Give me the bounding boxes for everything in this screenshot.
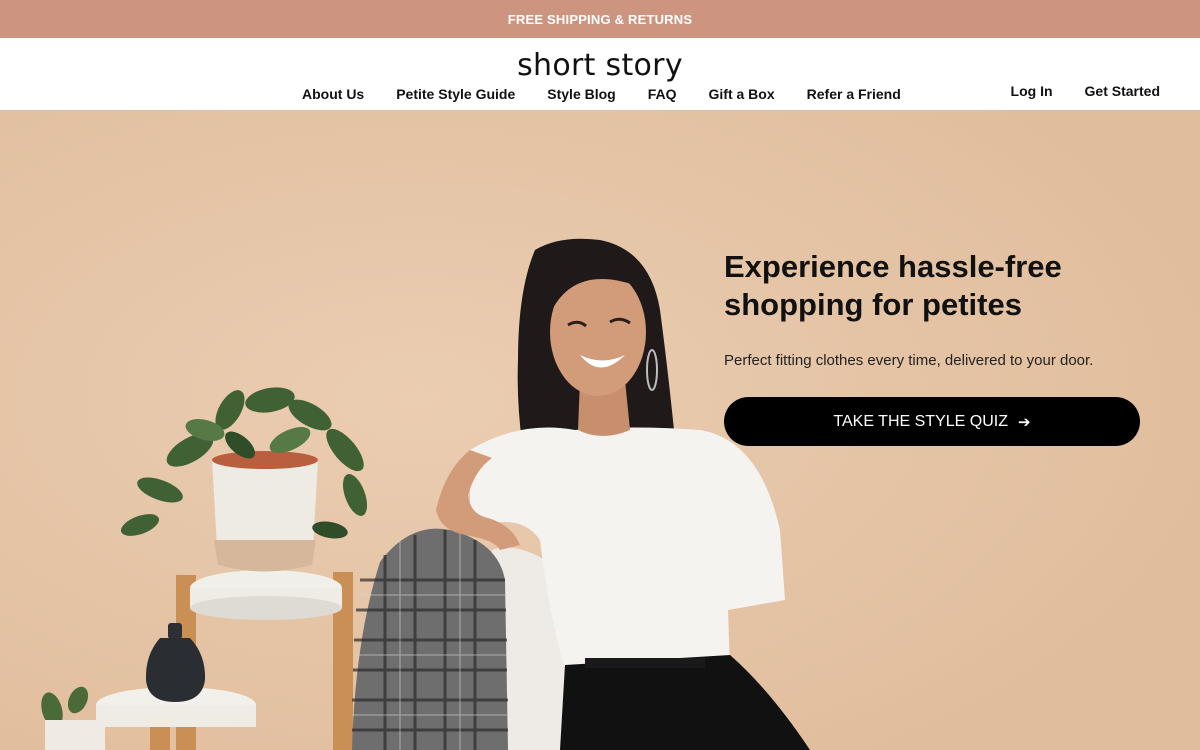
nav-link-petite-style-guide[interactable]: Petite Style Guide — [396, 86, 515, 102]
logo[interactable]: short story — [0, 48, 1200, 83]
site-header: short story About Us Petite Style Guide … — [0, 38, 1200, 110]
nav-link-refer-a-friend[interactable]: Refer a Friend — [807, 86, 901, 102]
plant-pot — [212, 451, 318, 572]
nav-link-style-blog[interactable]: Style Blog — [547, 86, 615, 102]
hero-title: Experience hassle-free shopping for peti… — [724, 248, 1164, 324]
promo-text: FREE SHIPPING & RETURNS — [507, 11, 693, 27]
style-quiz-button-label[interactable]: TAKE THE STYLE QUIZ — [833, 413, 1008, 431]
account-nav: Log In Get Started — [979, 83, 1160, 99]
hero-copy: Experience hassle-free shopping for peti… — [724, 248, 1164, 446]
main-nav: About Us Petite Style Guide Style Blog F… — [302, 86, 933, 102]
get-started-link[interactable]: Get Started — [1085, 83, 1160, 99]
hero-title-line-2: shopping for petites — [724, 287, 1022, 322]
hero-title-line-1: Experience hassle-free — [724, 249, 1062, 284]
promo-banner: FREE SHIPPING & RETURNS — [0, 0, 1200, 38]
nav-link-about-us[interactable]: About Us — [302, 86, 364, 102]
nav-link-gift-a-box[interactable]: Gift a Box — [709, 86, 775, 102]
nav-link-faq[interactable]: FAQ — [648, 86, 677, 102]
arrow-right-icon[interactable]: ➔ — [1018, 413, 1031, 431]
logo-text[interactable]: short story — [517, 48, 683, 83]
hero-section: Experience hassle-free shopping for peti… — [0, 110, 1200, 750]
style-quiz-button[interactable]: TAKE THE STYLE QUIZ ➔ — [724, 397, 1140, 446]
hero-subtitle: Perfect fitting clothes every time, deli… — [724, 352, 1094, 369]
login-link[interactable]: Log In — [1011, 83, 1053, 99]
